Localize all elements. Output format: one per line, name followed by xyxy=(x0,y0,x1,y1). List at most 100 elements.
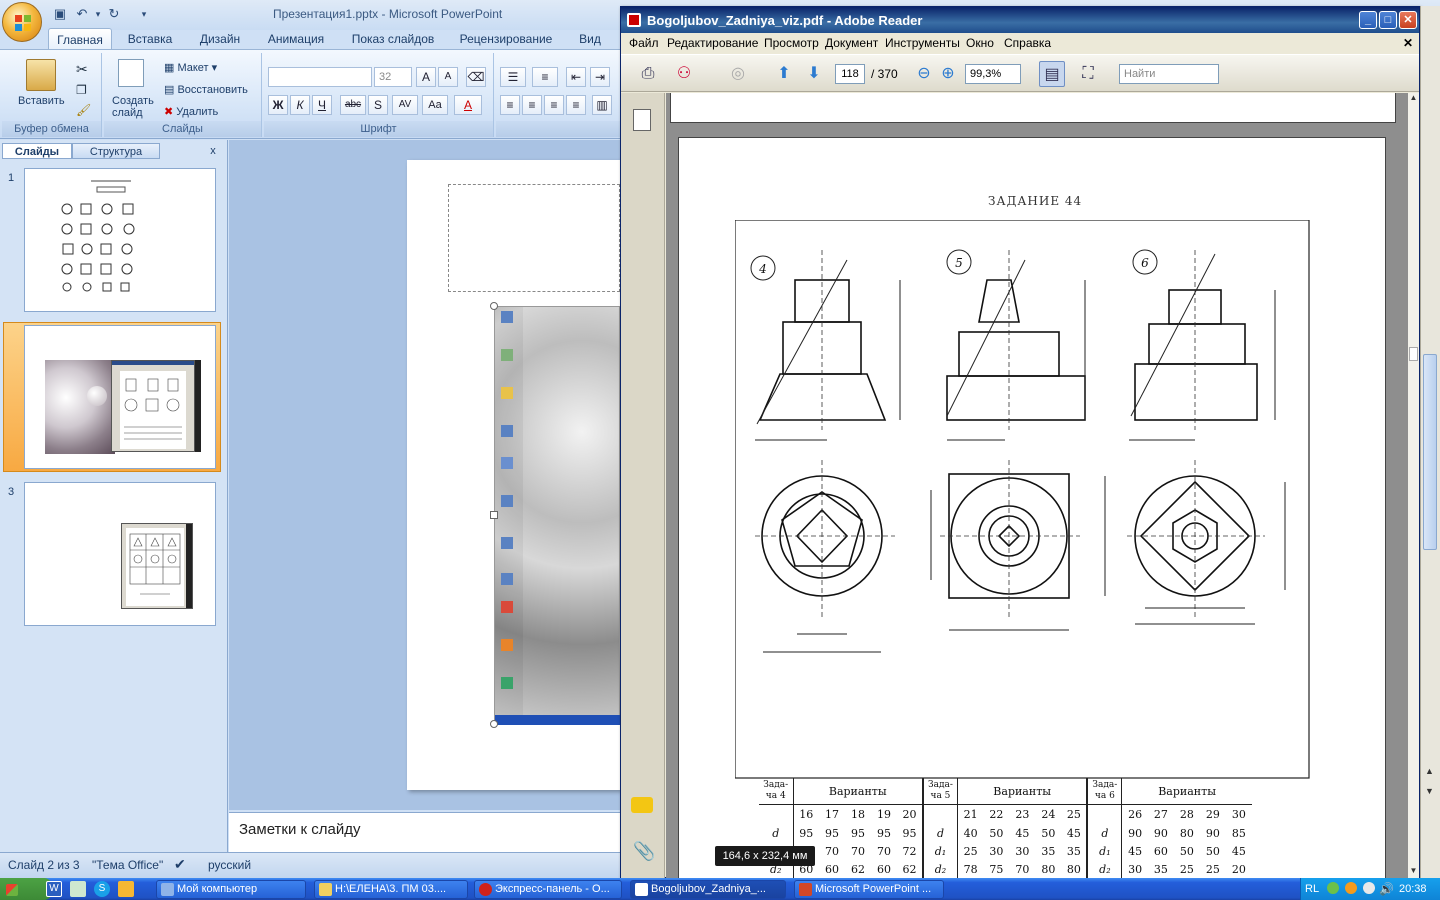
taskbar-item-folder[interactable]: H:\ЕЛЕНА\3. ПМ 03.... xyxy=(314,880,468,899)
previous-slide-icon[interactable]: ▲ xyxy=(1425,766,1434,776)
clock[interactable]: 20:38 xyxy=(1399,878,1427,900)
quicklaunch-icon[interactable] xyxy=(70,881,86,897)
share-icon[interactable]: ⚇ xyxy=(671,61,697,87)
menu-document[interactable]: Документ xyxy=(825,36,878,50)
increase-indent-button[interactable]: ⇥ xyxy=(590,67,610,87)
minimize-button[interactable]: _ xyxy=(1359,11,1377,29)
reset-button[interactable]: ▤ Восстановить xyxy=(164,83,248,96)
menu-file[interactable]: Файл xyxy=(629,36,659,50)
shadow-button[interactable]: S xyxy=(368,95,388,115)
tray-app-icon[interactable] xyxy=(1345,882,1357,894)
taskbar-item-powerpoint[interactable]: Microsoft PowerPoint ... xyxy=(794,880,944,899)
resize-handle[interactable] xyxy=(490,720,498,728)
language-indicator[interactable]: RL xyxy=(1305,878,1319,900)
menu-help[interactable]: Справка xyxy=(1004,36,1051,50)
menu-window[interactable]: Окно xyxy=(966,36,994,50)
current-slide[interactable] xyxy=(407,160,621,790)
justify-button[interactable]: ≡ xyxy=(566,95,586,115)
tab-view[interactable]: Вид xyxy=(572,28,608,50)
menu-view[interactable]: Просмотр xyxy=(764,36,819,50)
document-viewport[interactable]: ЗАДАНИЕ 44 4 5 6 Зада-ча 4 Варианты Зада… xyxy=(666,93,1408,878)
scrollbar-thumb[interactable] xyxy=(1423,354,1437,550)
maximize-button[interactable]: □ xyxy=(1379,11,1397,29)
spellcheck-icon[interactable]: ✔ xyxy=(174,856,186,873)
print-icon[interactable]: ⎙ xyxy=(635,61,661,87)
tab-slides[interactable]: Слайды xyxy=(2,143,72,159)
word-quicklaunch-icon[interactable]: W xyxy=(46,881,62,897)
decrease-indent-button[interactable]: ⇤ xyxy=(566,67,586,87)
align-left-button[interactable]: ≡ xyxy=(500,95,520,115)
new-slide-button[interactable]: Создать слайд xyxy=(112,95,158,119)
collaborate-icon[interactable]: ◎ xyxy=(725,61,751,87)
tab-design[interactable]: Дизайн xyxy=(192,28,248,50)
tab-review[interactable]: Рецензирование xyxy=(452,28,560,50)
title-placeholder[interactable] xyxy=(448,184,620,292)
tab-outline[interactable]: Структура xyxy=(72,143,160,159)
volume-icon[interactable]: 🔊 xyxy=(1379,878,1394,900)
redo-icon[interactable]: ↻ xyxy=(106,6,122,22)
notes-field[interactable]: Заметки к слайду xyxy=(229,812,620,852)
start-button[interactable] xyxy=(0,878,52,900)
underline-button[interactable]: Ч xyxy=(312,95,332,115)
resize-handle[interactable] xyxy=(490,302,498,310)
comments-icon[interactable] xyxy=(631,797,653,813)
next-page-icon[interactable]: ⬇ xyxy=(801,61,827,87)
fit-width-icon[interactable]: ▤ xyxy=(1039,61,1065,87)
cut-icon[interactable]: ✂ xyxy=(76,61,88,78)
bold-button[interactable]: Ж xyxy=(268,95,288,115)
tab-insert[interactable]: Вставка xyxy=(122,28,178,50)
slide-thumbnail-1[interactable] xyxy=(24,168,216,312)
taskbar-item-adobe-reader[interactable]: Bogoljubov_Zadniya_... xyxy=(630,880,786,899)
network-icon[interactable] xyxy=(1327,882,1339,894)
close-document-icon[interactable]: ✕ xyxy=(1403,36,1413,50)
attachments-icon[interactable]: 📎 xyxy=(633,841,655,862)
grow-font-button[interactable]: A xyxy=(416,67,436,87)
menu-edit[interactable]: Редактирование xyxy=(667,36,758,50)
find-input[interactable]: Найти xyxy=(1119,64,1219,84)
copy-icon[interactable]: ❐ xyxy=(76,83,87,97)
scroll-thumb[interactable] xyxy=(1409,347,1418,361)
align-center-button[interactable]: ≡ xyxy=(522,95,542,115)
slide-thumbnail-3[interactable] xyxy=(24,482,216,626)
scroll-down-icon[interactable]: ▼ xyxy=(1409,866,1418,878)
document-scrollbar[interactable]: ▲ ▼ xyxy=(1408,93,1419,878)
tab-animation[interactable]: Анимация xyxy=(262,28,330,50)
office-button[interactable] xyxy=(2,2,42,42)
new-slide-icon[interactable] xyxy=(118,59,144,87)
skype-icon[interactable]: S xyxy=(94,881,110,897)
tab-slideshow[interactable]: Показ слайдов xyxy=(346,28,440,50)
scroll-up-icon[interactable]: ▲ xyxy=(1409,93,1418,105)
italic-button[interactable]: К xyxy=(290,95,310,115)
numbering-button[interactable]: ≡ xyxy=(532,67,558,87)
paste-icon[interactable] xyxy=(26,59,56,91)
language-label[interactable]: русский xyxy=(208,858,251,872)
quicklaunch-icon[interactable] xyxy=(118,881,134,897)
taskbar-item-my-computer[interactable]: Мой компьютер xyxy=(156,880,306,899)
font-color-button[interactable]: A xyxy=(454,95,482,115)
columns-button[interactable]: ▥ xyxy=(592,95,612,115)
font-name-field[interactable] xyxy=(268,67,372,87)
delete-slide-button[interactable]: ✖ Удалить xyxy=(164,105,218,118)
format-painter-icon[interactable]: 🖌 xyxy=(76,103,91,117)
change-case-button[interactable]: Aa xyxy=(422,95,448,115)
save-icon[interactable]: ▣ xyxy=(52,6,68,22)
strikethrough-button[interactable]: abc xyxy=(340,95,366,115)
next-slide-icon[interactable]: ▼ xyxy=(1425,786,1434,796)
tray-app-icon[interactable] xyxy=(1363,882,1375,894)
editor-vertical-scrollbar[interactable]: ▲ ▼ xyxy=(1420,6,1440,878)
zoom-out-icon[interactable]: ⊖ xyxy=(911,61,937,87)
fit-page-icon[interactable]: ⛶ xyxy=(1075,61,1101,87)
slide-picture[interactable] xyxy=(494,306,621,725)
bullets-button[interactable]: ☰ xyxy=(500,67,526,87)
clear-format-button[interactable]: ⌫ xyxy=(466,67,486,87)
tab-home[interactable]: Главная xyxy=(48,28,112,50)
spacing-button[interactable]: AV xyxy=(392,95,418,115)
zoom-select[interactable]: 99,3% xyxy=(965,64,1021,84)
zoom-in-icon[interactable]: ⊕ xyxy=(935,61,961,87)
resize-handle[interactable] xyxy=(490,511,498,519)
font-size-field[interactable]: 32 xyxy=(374,67,412,87)
customize-qat-icon[interactable]: ▾ xyxy=(136,6,152,22)
menu-tools[interactable]: Инструменты xyxy=(885,36,960,50)
taskbar-item-opera[interactable]: Экспресс-панель - О... xyxy=(474,880,622,899)
slide-thumbnail-2[interactable] xyxy=(24,325,216,469)
